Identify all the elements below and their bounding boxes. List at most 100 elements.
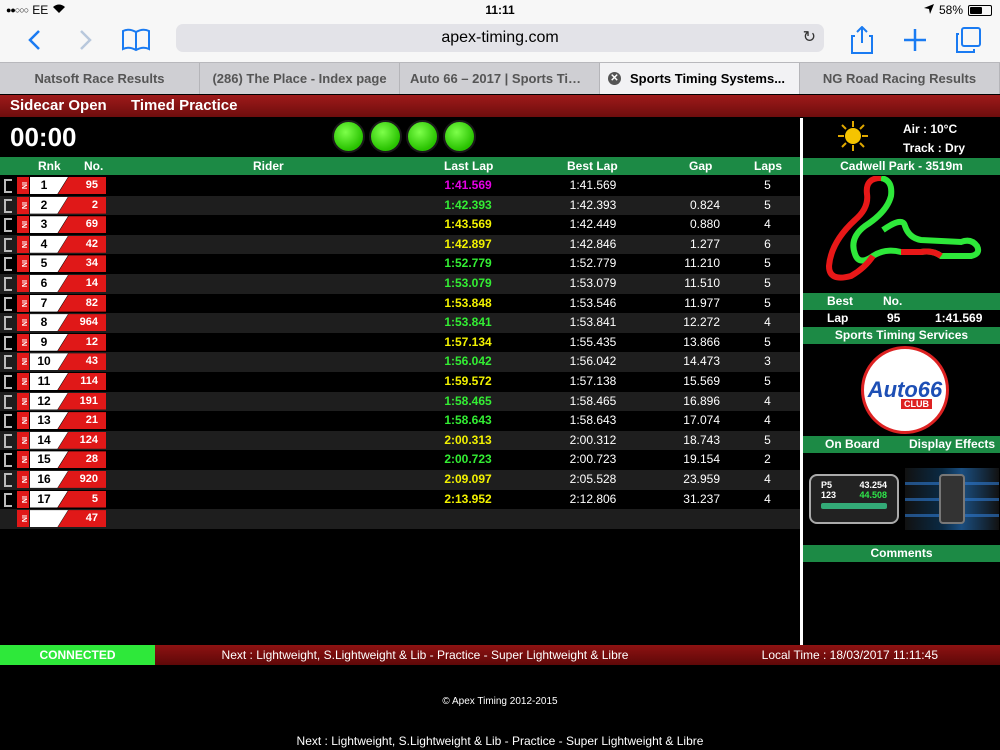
group-bracket [4, 179, 12, 193]
last-lap-cell: 1:43.569 [444, 217, 492, 232]
group-bracket [4, 276, 12, 291]
gap-cell: 18.743 [683, 432, 720, 447]
copyright: © Apex Timing 2012-2015 [442, 696, 558, 707]
last-lap-cell: 1:53.841 [444, 315, 492, 330]
laps-cell: 5 [764, 295, 771, 310]
table-row: IN 13 21 1:58.643 1:58.643 17.074 4 [0, 411, 800, 431]
table-row: IN 4 42 1:42.897 1:42.846 1.277 6 [0, 234, 800, 255]
table-row: IN 11 114 1:59.572 1:57.138 15.569 5 [0, 372, 800, 392]
battery-percent: 58% [938, 3, 963, 17]
best-lap-cell: 1:52.779 [569, 256, 617, 271]
last-lap-cell: 1:52.779 [444, 256, 492, 271]
best-lap-cell: 2:05.528 [569, 471, 617, 486]
green-light [443, 120, 476, 153]
tab-auto66[interactable]: Auto 66 – 2017 | Sports Tim... [400, 63, 600, 94]
last-lap-cell: 2:00.313 [444, 432, 492, 447]
tab-sports-timing-label: Sports Timing Systems... [629, 71, 786, 86]
in-pit-badge: IN [17, 255, 29, 273]
laps-cell: 5 [764, 334, 771, 349]
group-bracket [4, 414, 12, 429]
group-bracket [4, 335, 12, 350]
track-map [825, 176, 982, 281]
gap-cell: 12.272 [683, 315, 720, 330]
laps-cell: 3 [764, 354, 771, 369]
tabs-overview-icon[interactable] [952, 24, 984, 56]
track-condition: Track : Dry [903, 141, 966, 155]
best-lap-time: 1:41.569 [935, 311, 983, 325]
group-bracket [4, 394, 12, 409]
comments-header[interactable]: Comments [803, 545, 1000, 562]
gap-cell: 16.896 [683, 393, 720, 408]
best-no-label: No. [883, 294, 903, 308]
in-pit-badge: IN [17, 392, 29, 410]
footer-next-session: Next : Lightweight, S.Lightweight & Lib … [296, 734, 704, 748]
bookmarks-icon[interactable] [120, 24, 152, 56]
best-lap-header: Best No. [803, 293, 1000, 310]
session-clock: 00:00 [10, 122, 77, 152]
col-last-lap: Last Lap [444, 159, 494, 173]
table-row: IN 5 34 1:52.779 1:52.779 11.210 5 [0, 254, 800, 274]
group-bracket [4, 316, 12, 331]
on-board-link[interactable]: On Board [825, 436, 880, 453]
last-lap-cell: 2:09.097 [444, 471, 492, 486]
close-tab-icon[interactable]: ✕ [608, 72, 621, 85]
best-lap-cell: 1:57.138 [569, 373, 617, 388]
forward-icon[interactable] [70, 24, 102, 56]
new-tab-icon[interactable] [899, 24, 931, 56]
air-temp: Air : 10°C [903, 122, 958, 136]
results-table-header: Rnk No. Rider Last Lap Best Lap Gap Laps [0, 157, 800, 175]
last-lap-cell: 1:56.042 [444, 354, 492, 369]
laps-cell: 5 [764, 432, 771, 447]
best-lap-cell: 1:53.841 [569, 315, 617, 330]
phone-time1: 43.254 [859, 480, 887, 490]
last-lap-cell: 1:42.897 [444, 236, 492, 251]
tab-natsoft[interactable]: Natsoft Race Results [0, 63, 200, 94]
back-icon[interactable] [18, 24, 50, 56]
display-effects-image[interactable] [905, 468, 999, 530]
share-icon[interactable] [846, 24, 878, 56]
last-lap-cell: 1:53.848 [444, 295, 492, 310]
gap-cell: 13.866 [683, 334, 720, 349]
onboard-app-image[interactable]: P5 43.254 123 44.508 [809, 474, 899, 524]
laps-cell: 4 [764, 217, 771, 232]
gap-cell: 0.824 [689, 197, 720, 212]
status-time: 11:11 [485, 3, 515, 17]
laps-cell: 2 [764, 452, 771, 467]
best-lap-cell: 2:12.806 [569, 491, 617, 506]
address-bar[interactable]: apex-timing.com ↻ [176, 24, 824, 52]
table-row: IN 6 14 1:53.079 1:53.079 11.510 5 [0, 273, 800, 294]
best-lap-cell: 1:58.643 [569, 413, 617, 428]
best-lap-cell: 1:53.546 [569, 295, 617, 310]
battery-icon [968, 4, 992, 16]
reload-icon[interactable]: ↻ [803, 24, 816, 52]
browser-toolbar: apex-timing.com ↻ [0, 20, 1000, 62]
best-lap-cell: 1:58.465 [569, 393, 617, 408]
start-lights [332, 120, 476, 153]
laps-cell: 5 [764, 373, 771, 388]
url-text: apex-timing.com [441, 29, 559, 46]
tab-the-place[interactable]: (286) The Place - Index page [200, 63, 400, 94]
sponsor-title: Sports Timing Services [803, 327, 1000, 344]
last-lap-cell: 2:00.723 [444, 452, 492, 467]
table-row: IN 2 2 1:42.393 1:42.393 0.824 5 [0, 195, 800, 216]
in-pit-badge: IN [17, 235, 29, 253]
tab-sports-timing[interactable]: ✕ Sports Timing Systems... [600, 63, 800, 94]
in-pit-badge: IN [17, 470, 29, 488]
last-lap-cell: 1:57.134 [444, 334, 492, 349]
display-effects-link[interactable]: Display Effects [909, 436, 995, 453]
last-lap-cell: 1:53.079 [444, 275, 492, 290]
best-lap-cell: 1:42.449 [569, 217, 617, 232]
col-rank: Rnk [38, 159, 61, 173]
best-lap-cell: 2:00.312 [569, 432, 617, 447]
group-bracket [4, 237, 12, 252]
phone-bar [821, 503, 887, 509]
tab-ng-road-racing[interactable]: NG Road Racing Results [800, 63, 1000, 94]
last-lap-cell: 2:13.952 [444, 491, 492, 506]
group-bracket [4, 472, 12, 487]
best-lap-cell: 1:55.435 [569, 334, 617, 349]
best-lap-number: 95 [887, 311, 901, 325]
logo-club: CLUB [901, 399, 932, 409]
table-row: IN 9 12 1:57.134 1:55.435 13.866 5 [0, 333, 800, 353]
effect-device [939, 474, 965, 524]
auto66-logo[interactable]: Auto66 CLUB [861, 346, 949, 434]
